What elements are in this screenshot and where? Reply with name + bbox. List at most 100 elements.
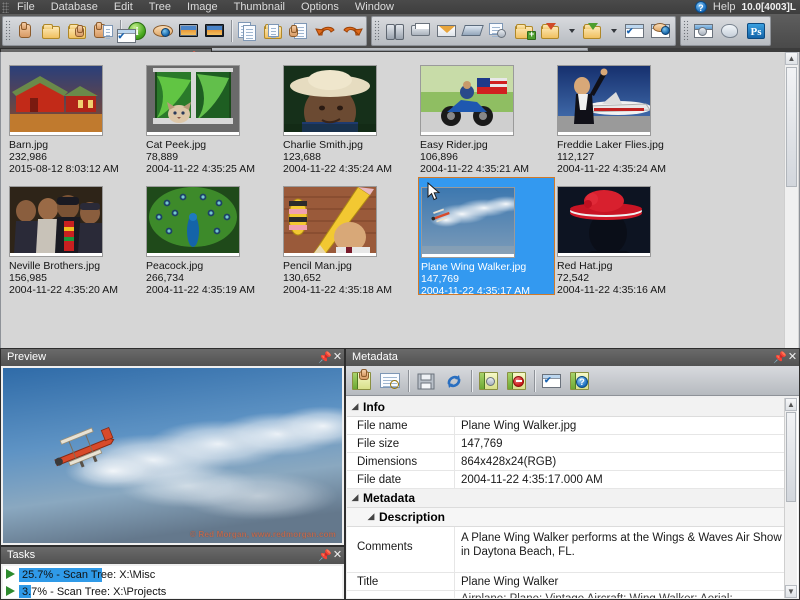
thumbnail-item[interactable]: Pencil Man.jpg130,6522004-11-22 4:35:18 … <box>281 177 418 295</box>
thumbnail-image[interactable] <box>283 179 416 257</box>
metadata-settings-icon[interactable] <box>475 368 503 394</box>
edit-metadata-icon[interactable] <box>349 368 377 394</box>
thumbnail-item[interactable]: Peacock.jpg266,7342004-11-22 4:35:19 AM <box>144 177 281 295</box>
metadata-row[interactable]: KeywordsAirplane; Plane; Vintage Aircraf… <box>347 591 784 598</box>
thumbnail-image[interactable] <box>9 179 142 257</box>
paste-hand-icon[interactable] <box>287 18 313 44</box>
metadata-group-header[interactable]: ◢Info <box>347 398 784 417</box>
new-metadata-icon[interactable] <box>377 368 405 394</box>
thumbnail-image[interactable] <box>421 180 552 258</box>
menu-item-edit[interactable]: Edit <box>106 0 141 14</box>
metadata-row[interactable]: File size147,769 <box>347 435 784 453</box>
scroll-thumb[interactable] <box>786 412 796 502</box>
close-icon[interactable]: ✕ <box>786 349 799 366</box>
metadata-row[interactable]: File date2004-11-22 4:35:17.000 AM <box>347 471 784 489</box>
menu-item-options[interactable]: Options <box>293 0 347 14</box>
metadata-value[interactable]: 2004-11-22 4:35:17.000 AM <box>455 471 784 488</box>
thumbnail-item[interactable]: Charlie Smith.jpg123,6882004-11-22 4:35:… <box>281 56 418 174</box>
pin-icon[interactable]: 📌 <box>318 349 331 366</box>
import-down-icon[interactable] <box>538 18 564 44</box>
metadata-value[interactable]: 864x428x24(RGB) <box>455 453 784 470</box>
paint-palette-icon[interactable] <box>717 18 743 44</box>
menu-item-file[interactable]: File <box>9 0 43 14</box>
scroll-up-icon[interactable]: ▲ <box>785 52 798 65</box>
metadata-check-icon[interactable]: ✔ <box>538 368 566 394</box>
menu-item-help[interactable]: Help <box>711 0 738 14</box>
thumbnail-item[interactable]: Neville Brothers.jpg156,9852004-11-22 4:… <box>7 177 144 295</box>
menu-item-database[interactable]: Database <box>43 0 106 14</box>
question-circle-icon[interactable]: ? <box>695 1 707 13</box>
toolbar-grip-icon[interactable] <box>374 20 380 42</box>
metadata-table[interactable]: ◢InfoFile namePlane Wing Walker.jpgFile … <box>347 398 798 598</box>
batch-convert-icon[interactable] <box>486 18 512 44</box>
save-metadata-icon[interactable] <box>412 368 440 394</box>
monitor-image-icon[interactable] <box>202 18 228 44</box>
folder-hand-icon[interactable] <box>65 18 91 44</box>
thumbnail-image[interactable] <box>557 58 690 136</box>
metadata-row[interactable]: File namePlane Wing Walker.jpg <box>347 417 784 435</box>
tasks-list[interactable]: 25.7% - Scan Tree: X:\Misc3.7% - Scan Tr… <box>3 566 342 598</box>
metadata-row[interactable]: TitlePlane Wing Walker <box>347 573 784 591</box>
thumbnail-image[interactable] <box>9 58 142 136</box>
close-icon[interactable]: ✕ <box>331 547 344 564</box>
thumbnail-image[interactable] <box>146 58 279 136</box>
thumbnail-item[interactable]: Barn.jpg232,9862015-08-12 8:03:12 AM <box>7 56 144 174</box>
redo-icon[interactable] <box>339 18 365 44</box>
toolbar-grip-icon[interactable] <box>5 20 11 42</box>
checklist-window-icon[interactable]: ✔ <box>622 18 648 44</box>
menu-item-window[interactable]: Window <box>347 0 402 14</box>
export-down-icon[interactable] <box>580 18 606 44</box>
metadata-value[interactable]: Plane Wing Walker.jpg <box>455 417 784 434</box>
thumbnail-image[interactable] <box>557 179 690 257</box>
menu-item-thumbnail[interactable]: Thumbnail <box>226 0 293 14</box>
metadata-row[interactable]: CommentsA Plane Wing Walker performs at … <box>347 527 784 573</box>
metadata-value[interactable]: A Plane Wing Walker performs at the Wing… <box>455 527 784 572</box>
window-gear-icon[interactable] <box>691 18 717 44</box>
metadata-value[interactable]: Airplane; Plane; Vintage Aircraft; Wing … <box>455 591 784 598</box>
metadata-value[interactable]: Plane Wing Walker <box>455 573 784 590</box>
folder-add-icon[interactable] <box>512 18 538 44</box>
menu-item-tree[interactable]: Tree <box>141 0 179 14</box>
menu-grip-icon[interactable] <box>2 2 9 13</box>
folder-open-icon[interactable] <box>39 18 65 44</box>
pin-icon[interactable]: 📌 <box>318 547 331 564</box>
photoshop-icon[interactable]: Ps <box>743 18 769 44</box>
hand-point-icon[interactable] <box>13 18 39 44</box>
pin-icon[interactable]: 📌 <box>773 349 786 366</box>
binoculars-icon[interactable] <box>382 18 408 44</box>
thumbnail-item[interactable]: Cat Peek.jpg78,8892004-11-22 4:35:25 AM <box>144 56 281 174</box>
select-checkbox-icon[interactable]: ✔ <box>114 23 139 49</box>
task-play-icon[interactable] <box>5 586 17 597</box>
preview-image[interactable]: © Red Morgan, www.redmorgan.com <box>3 368 342 543</box>
thumbnail-item[interactable]: Freddie Laker Flies.jpg112,1272004-11-22… <box>555 56 692 174</box>
import-dropdown-arrow[interactable] <box>564 18 580 44</box>
task-item[interactable]: 3.7% - Scan Tree: X:\Projects <box>3 583 342 598</box>
metadata-remove-icon[interactable] <box>503 368 531 394</box>
thumbnail-item[interactable]: Plane Wing Walker.jpg147,7692004-11-22 4… <box>418 177 555 295</box>
menu-item-image[interactable]: Image <box>179 0 226 14</box>
scroll-thumb[interactable] <box>786 67 797 187</box>
thumbnail-image[interactable] <box>420 58 553 136</box>
metadata-group-header[interactable]: ◢Description <box>347 508 784 527</box>
metadata-value[interactable]: 147,769 <box>455 435 784 452</box>
thumbnail-image[interactable] <box>283 58 416 136</box>
undo-icon[interactable] <box>313 18 339 44</box>
slideshow-icon[interactable] <box>176 18 202 44</box>
eye-check-icon[interactable] <box>648 18 674 44</box>
email-icon[interactable] <box>434 18 460 44</box>
export-dropdown-arrow[interactable] <box>606 18 622 44</box>
eye-icon[interactable] <box>150 18 176 44</box>
refresh-metadata-icon[interactable] <box>440 368 468 394</box>
folder-disk-icon[interactable] <box>91 18 117 44</box>
group-collapse-icon[interactable]: ◢ <box>347 402 363 412</box>
printer-icon[interactable] <box>408 18 434 44</box>
task-play-icon[interactable] <box>5 569 17 580</box>
close-icon[interactable]: ✕ <box>331 349 344 366</box>
metadata-scrollbar[interactable]: ▲ ▼ <box>784 398 797 598</box>
thumbnail-item[interactable]: Red Hat.jpg72,5422004-11-22 4:35:16 AM <box>555 177 692 295</box>
paste-icon[interactable] <box>261 18 287 44</box>
metadata-group-header[interactable]: ◢Metadata <box>347 489 784 508</box>
scroll-down-icon[interactable]: ▼ <box>785 585 797 598</box>
group-collapse-icon[interactable]: ◢ <box>363 512 379 522</box>
thumbnail-item[interactable]: Easy Rider.jpg106,8962004-11-22 4:35:21 … <box>418 56 555 174</box>
